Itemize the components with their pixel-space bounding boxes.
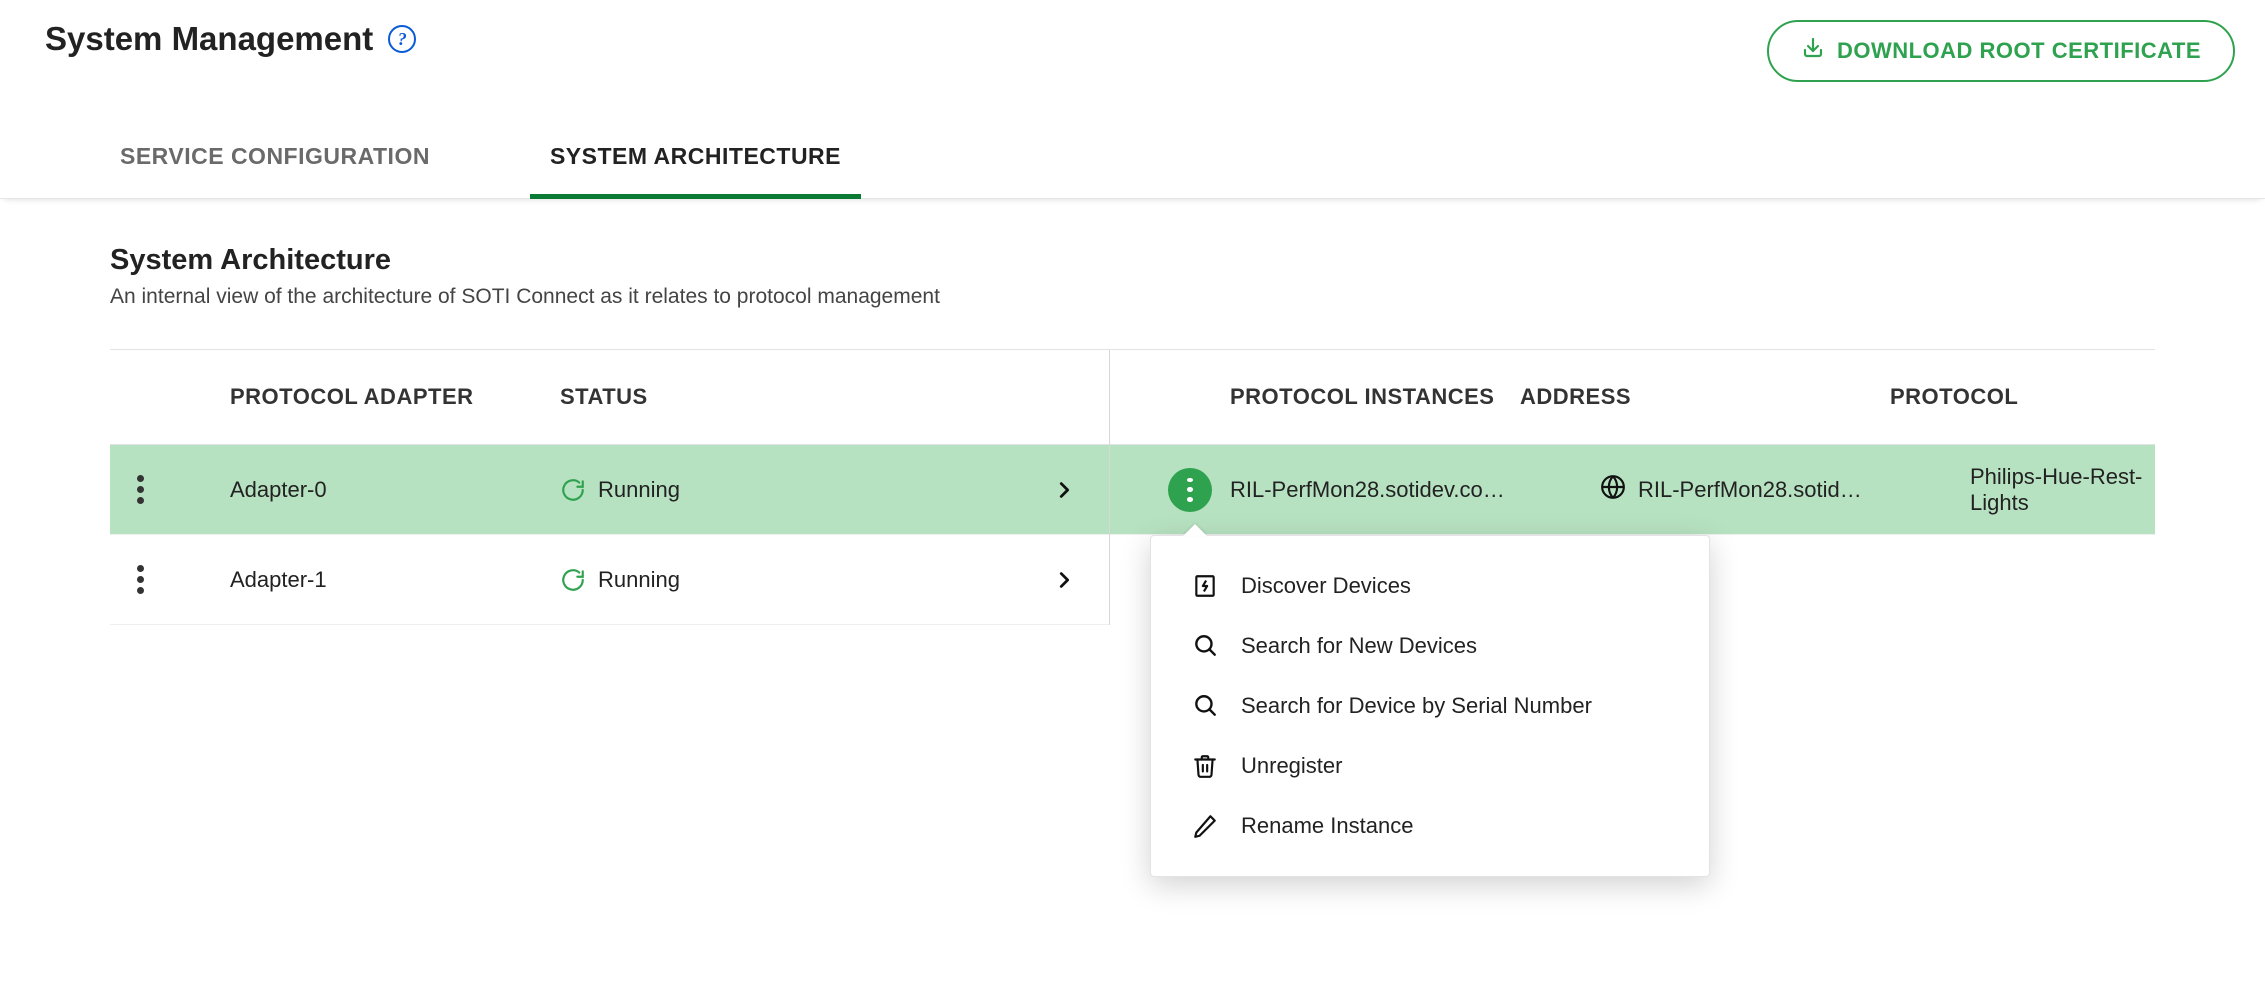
menu-item-label: Unregister	[1241, 753, 1342, 779]
menu-item-label: Search for New Devices	[1241, 633, 1477, 659]
menu-item-unregister[interactable]: Unregister	[1151, 736, 1709, 796]
col-header-status: STATUS	[560, 384, 1019, 410]
page-title: System Management	[45, 20, 373, 58]
adapter-status: Running	[560, 567, 1019, 593]
adapter-name: Adapter-0	[170, 477, 560, 503]
menu-item-label: Discover Devices	[1241, 573, 1411, 599]
split-panels: PROTOCOL ADAPTER STATUS Adapter-0 Runnin…	[110, 349, 2155, 625]
chevron-right-icon[interactable]	[1019, 569, 1109, 591]
adapter-row[interactable]: Adapter-1 Running	[110, 535, 1109, 625]
title-wrap: System Management ?	[45, 20, 416, 58]
menu-item-search-new-devices[interactable]: Search for New Devices	[1151, 616, 1709, 676]
left-column-headers: PROTOCOL ADAPTER STATUS	[110, 350, 1109, 445]
col-header-address: ADDRESS	[1520, 384, 1890, 410]
download-button-label: DOWNLOAD ROOT CERTIFICATE	[1837, 38, 2201, 64]
col-header-protocol-adapter: PROTOCOL ADAPTER	[170, 384, 560, 410]
help-icon[interactable]: ?	[388, 25, 416, 53]
menu-item-search-by-serial[interactable]: Search for Device by Serial Number	[1151, 676, 1709, 736]
protocol-adapter-panel: PROTOCOL ADAPTER STATUS Adapter-0 Runnin…	[110, 350, 1110, 625]
search-icon	[1191, 632, 1219, 660]
running-icon	[560, 477, 586, 503]
adapter-row[interactable]: Adapter-0 Running	[110, 445, 1109, 535]
instance-protocol: Philips-Hue-Rest-Lights	[1970, 464, 2155, 516]
section-system-architecture: System Architecture An internal view of …	[0, 199, 2265, 625]
col-header-protocol: PROTOCOL	[1890, 384, 2155, 410]
running-icon	[560, 567, 586, 593]
adapter-name: Adapter-1	[170, 567, 560, 593]
menu-item-label: Rename Instance	[1241, 813, 1413, 839]
instance-context-menu: Discover Devices Search for New Devices	[1150, 535, 1710, 877]
trash-icon	[1191, 752, 1219, 780]
menu-item-rename-instance[interactable]: Rename Instance	[1151, 796, 1709, 856]
section-description: An internal view of the architecture of …	[110, 285, 2155, 309]
kebab-icon[interactable]	[127, 465, 154, 514]
instance-row[interactable]: RIL-PerfMon28.sotidev.co… RIL-PerfMon28.…	[1110, 445, 2155, 535]
download-root-certificate-button[interactable]: DOWNLOAD ROOT CERTIFICATE	[1767, 20, 2235, 82]
pencil-icon	[1191, 812, 1219, 840]
instance-name: RIL-PerfMon28.sotidev.co…	[1230, 477, 1600, 503]
search-icon	[1191, 692, 1219, 720]
download-icon	[1801, 36, 1825, 66]
menu-item-label: Search for Device by Serial Number	[1241, 693, 1592, 719]
tab-system-architecture[interactable]: SYSTEM ARCHITECTURE	[530, 143, 861, 199]
instance-address-text: RIL-PerfMon28.sotid…	[1638, 477, 1950, 503]
instance-address: RIL-PerfMon28.sotid…	[1600, 474, 1970, 506]
kebab-icon[interactable]	[1168, 468, 1212, 512]
adapter-status: Running	[560, 477, 1019, 503]
tab-bar: SERVICE CONFIGURATION SYSTEM ARCHITECTUR…	[0, 142, 2265, 199]
col-header-protocol-instances: PROTOCOL INSTANCES	[1150, 384, 1520, 410]
adapter-status-text: Running	[598, 567, 680, 593]
tab-service-configuration[interactable]: SERVICE CONFIGURATION	[100, 143, 450, 199]
protocol-instance-panel: PROTOCOL INSTANCES ADDRESS PROTOCOL RIL-…	[1110, 350, 2155, 625]
chevron-right-icon[interactable]	[1019, 479, 1109, 501]
section-title: System Architecture	[110, 244, 2155, 277]
page-header: System Management ? DOWNLOAD ROOT CERTIF…	[0, 0, 2265, 82]
kebab-icon[interactable]	[127, 555, 154, 604]
globe-icon	[1600, 474, 1626, 506]
menu-item-discover-devices[interactable]: Discover Devices	[1151, 556, 1709, 616]
right-column-headers: PROTOCOL INSTANCES ADDRESS PROTOCOL	[1110, 350, 2155, 445]
bolt-icon	[1191, 572, 1219, 600]
adapter-status-text: Running	[598, 477, 680, 503]
